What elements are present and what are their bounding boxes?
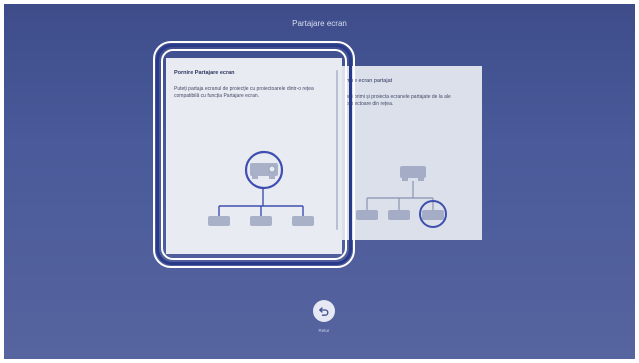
- screen-share-menu: Partajare ecran rnire ecran partajat teț…: [4, 4, 635, 359]
- receive-card-title: rnire ecran partajat: [346, 78, 393, 84]
- back-button-label: Retur: [318, 328, 330, 333]
- receive-network-diagram: [356, 166, 447, 228]
- receive-card-description: teți primi și proiecta ecranele partajat…: [346, 94, 451, 107]
- back-button[interactable]: [313, 300, 335, 322]
- selection-outline-inner: [161, 49, 347, 260]
- receive-share-card[interactable]: rnire ecran partajat teți primi și proie…: [334, 66, 482, 240]
- undo-arrow-icon: [319, 307, 329, 316]
- page-title: Partajare ecran: [292, 19, 347, 28]
